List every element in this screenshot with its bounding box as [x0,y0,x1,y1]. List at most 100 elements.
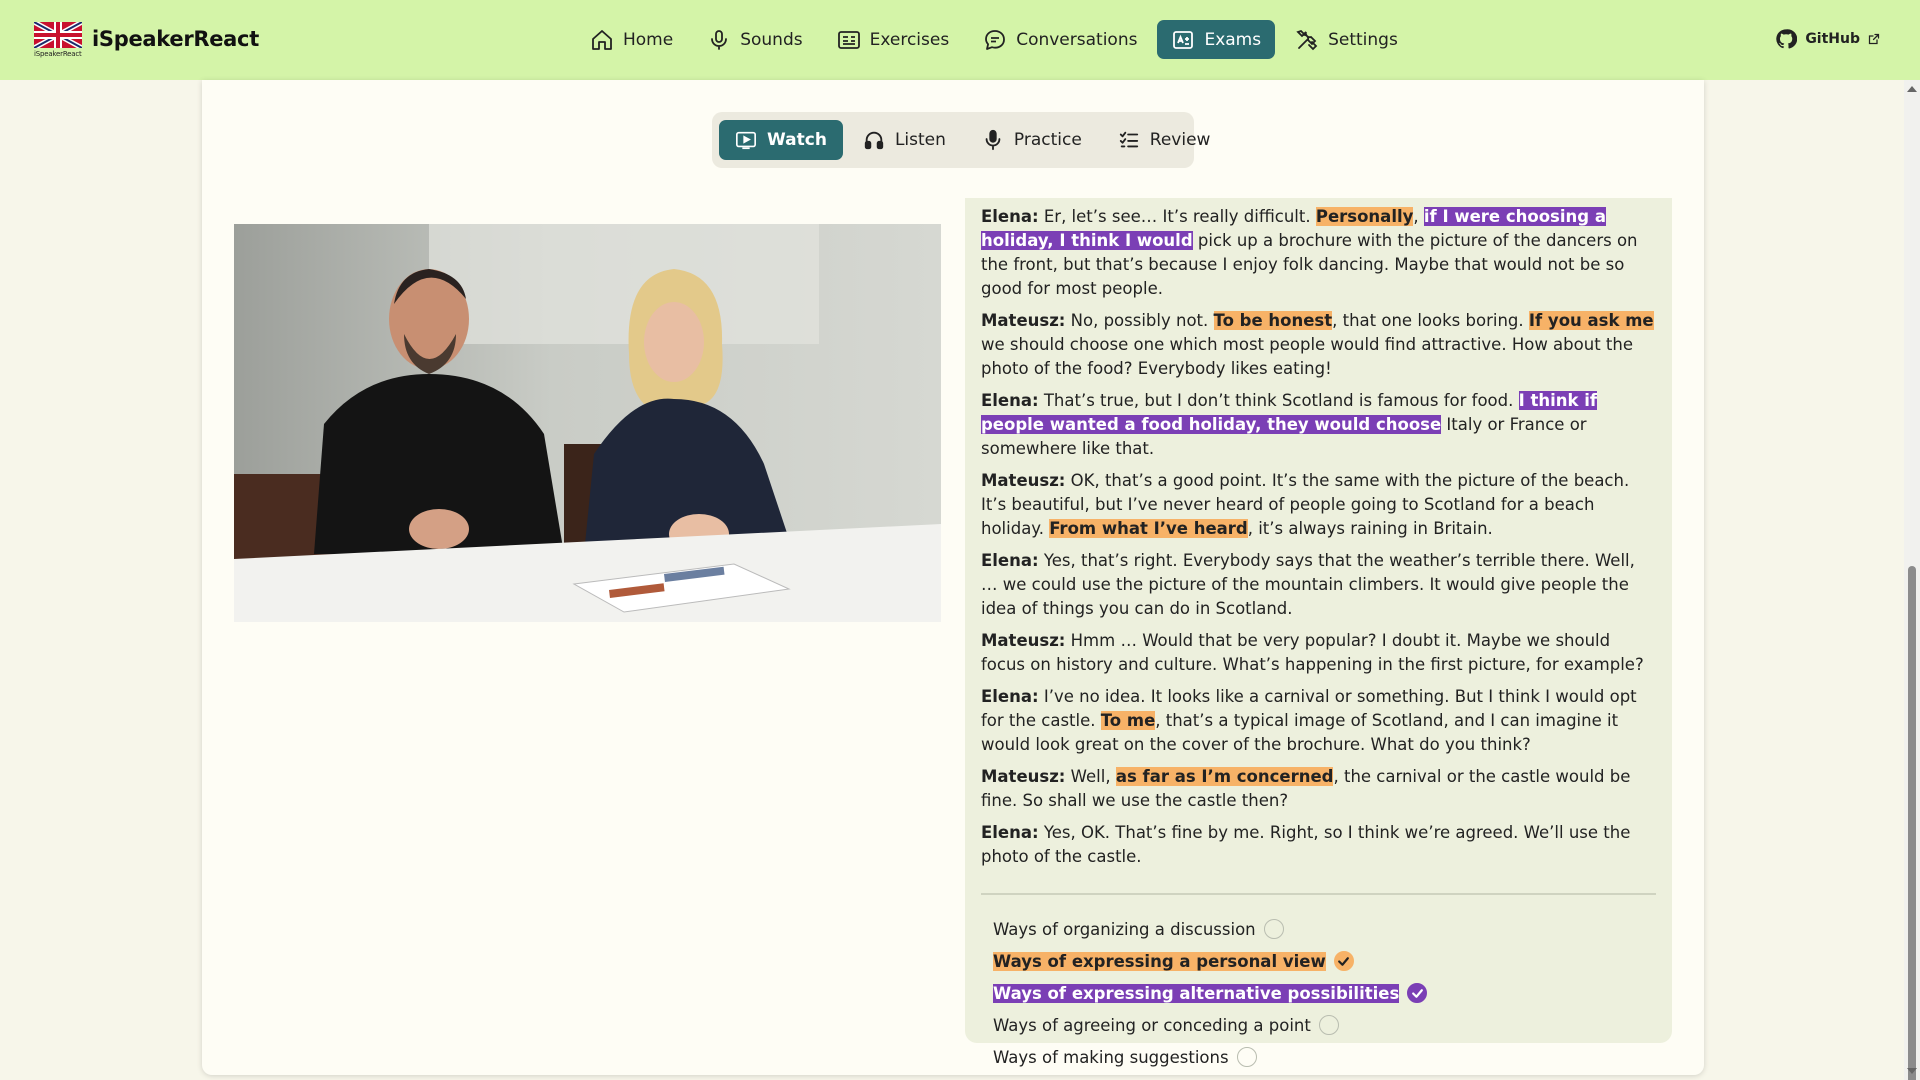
tab-review-label: Review [1149,130,1211,150]
exam-icon [1173,30,1194,49]
transcript-text: Hmm … Would that be very popular? I doub… [981,631,1644,674]
legend-item[interactable]: Ways of expressing alternative possibili… [993,977,1656,1009]
speaker-name: Mateusz: [981,471,1066,490]
transcript-line: Mateusz: Hmm … Would that be very popula… [981,629,1656,677]
nav-home-label: Home [623,29,674,50]
nav-home[interactable]: Home [576,20,687,59]
speaker-name: Mateusz: [981,767,1066,786]
video-player[interactable] [234,224,941,622]
microphone-icon [985,129,1001,151]
external-link-icon [1868,33,1880,45]
nav-conversations[interactable]: Conversations [969,20,1151,59]
speaker-name: Elena: [981,551,1039,570]
headphones-icon [864,131,884,150]
uk-flag-logo-icon: iSpeakerReact [32,19,84,58]
transcript-text: , [1413,207,1424,226]
legend-label: Ways of making suggestions [993,1047,1229,1067]
exercises-icon [837,30,860,49]
nav-exercises-label: Exercises [869,29,950,50]
transcript-line: Mateusz: Well, as far as I’m concerned, … [981,765,1656,813]
scroll-thumb[interactable] [1908,566,1916,1080]
personal-view-phrase[interactable]: If you ask me [1528,311,1654,330]
speaker-name: Elena: [981,687,1039,706]
checkmark-icon [1411,988,1423,998]
transcript-line: Elena: That’s true, but I don’t think Sc… [981,389,1656,461]
speaker-name: Mateusz: [981,311,1066,330]
video-frame-image [234,224,941,622]
home-icon [592,29,612,50]
tab-watch-label: Watch [767,130,827,150]
legend-checkbox-checked[interactable] [1333,951,1354,971]
legend-item[interactable]: Ways of making suggestions [993,1041,1656,1073]
personal-view-phrase[interactable]: To be honest [1213,311,1333,330]
transcript-text: No, possibly not. [1065,311,1214,330]
chat-bubble-icon [985,29,1006,50]
page-scrollbar[interactable] [1904,80,1920,1080]
transcript-text: Er, let’s see… It’s really difficult. [1038,207,1316,226]
transcript-line: Mateusz: No, possibly not. To be honest,… [981,309,1656,381]
logo-text: iSpeakerReact [34,50,82,58]
legend-checkbox[interactable] [1263,919,1284,939]
personal-view-phrase[interactable]: From what I’ve heard [1049,519,1248,538]
transcript-panel: Elena: Er, let’s see… It’s really diffic… [965,198,1672,1067]
main-nav: Home Sounds Exercises Conversations Exam… [576,20,1412,59]
github-label: GitHub [1805,31,1860,47]
transcript-line: Elena: Yes, that’s right. Everybody says… [981,549,1656,621]
transcript-text: Well, [1065,767,1116,786]
speaker-name: Elena: [981,207,1039,226]
tab-practice[interactable]: Practice [966,120,1098,160]
transcript-lines: Elena: Er, let’s see… It’s really diffic… [981,205,1656,869]
transcript-text: That’s true, but I don’t think Scotland … [1038,391,1519,410]
transcript-text: we should choose one which most people w… [981,335,1633,378]
video-icon [736,131,756,150]
legend-item[interactable]: Ways of organizing a discussion [993,913,1656,945]
legend-label: Ways of expressing alternative possibili… [993,983,1400,1003]
nav-exams[interactable]: Exams [1157,20,1276,59]
nav-exams-label: Exams [1204,29,1262,50]
nav-settings[interactable]: Settings [1281,20,1412,59]
personal-view-phrase[interactable]: Personally [1315,207,1414,226]
legend-checkbox[interactable] [1236,1047,1257,1067]
personal-view-phrase[interactable]: To me [1100,711,1156,730]
exam-subtabs: Watch Listen Practice Review [712,112,1210,168]
brand[interactable]: iSpeakerReact iSpeakerReact [32,19,259,58]
divider [981,893,1656,895]
nav-conversations-label: Conversations [1016,29,1138,50]
tab-watch[interactable]: Watch [719,120,843,160]
scroll-up-arrow-icon[interactable] [1907,86,1917,92]
top-navbar: iSpeakerReact iSpeakerReact Home Sounds … [0,0,1920,80]
legend-checkbox[interactable] [1318,1015,1339,1035]
tab-listen-label: Listen [894,130,946,150]
settings-icon [1296,29,1318,50]
checklist-icon [1119,131,1138,148]
github-icon [1776,29,1798,49]
transcript-line: Mateusz: OK, that’s a good point. It’s t… [981,469,1656,541]
scroll-down-arrow-icon[interactable] [1907,1068,1917,1074]
tab-practice-label: Practice [1013,130,1082,150]
legend-item[interactable]: Ways of agreeing or conceding a point [993,1009,1656,1041]
transcript-line: Elena: I’ve no idea. It looks like a car… [981,685,1656,757]
transcript-text: Yes, that’s right. Everybody says that t… [981,551,1635,618]
speaker-name: Elena: [981,391,1039,410]
transcript-text: , that one looks boring. [1332,311,1529,330]
legend-checkbox-checked[interactable] [1407,983,1428,1003]
tab-review[interactable]: Review [1102,120,1227,160]
highlight-legend: Ways of organizing a discussion Ways of e… [981,913,1656,1073]
nav-sounds-label: Sounds [740,29,803,50]
speaker-name: Mateusz: [981,631,1066,650]
personal-view-phrase[interactable]: as far as I’m concerned [1115,767,1334,786]
legend-label: Ways of agreeing or conceding a point [993,1015,1311,1035]
transcript-text: , it’s always raining in Britain. [1247,519,1493,538]
github-link[interactable]: GitHub [1775,28,1880,50]
tab-listen[interactable]: Listen [847,120,962,160]
microphone-icon [711,29,728,50]
legend-item[interactable]: Ways of expressing a personal view [993,945,1656,977]
checkmark-icon [1338,956,1350,966]
nav-settings-label: Settings [1328,29,1398,50]
speaker-name: Elena: [981,823,1039,842]
transcript-text: Yes, OK. That’s fine by me. Right, so I … [981,823,1631,866]
nav-sounds[interactable]: Sounds [693,20,816,59]
transcript-line: Elena: Yes, OK. That’s fine by me. Right… [981,821,1656,869]
app-title: iSpeakerReact [92,27,259,51]
nav-exercises[interactable]: Exercises [823,20,964,59]
